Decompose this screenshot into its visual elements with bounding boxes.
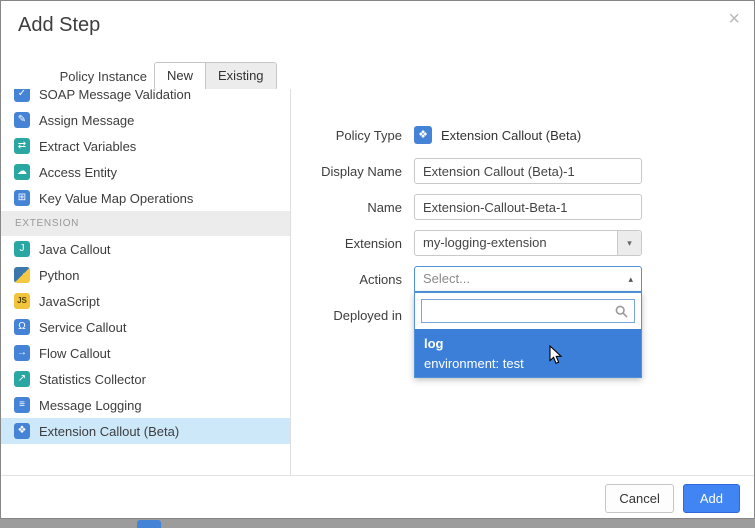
sidebar-item-javascript[interactable]: JS JavaScript bbox=[1, 288, 290, 314]
background-app-icon bbox=[137, 520, 161, 528]
sidebar-item-assign-message[interactable]: ✎ Assign Message bbox=[1, 107, 290, 133]
sidebar-item-java-callout[interactable]: J Java Callout bbox=[1, 236, 290, 262]
policy-list-items: ✓ SOAP Message Validation ✎ Assign Messa… bbox=[1, 89, 290, 444]
sidebar-item-label: Python bbox=[39, 268, 79, 283]
extension-select[interactable]: my-logging-extension ▾ bbox=[414, 230, 642, 256]
close-icon[interactable]: × bbox=[728, 9, 740, 29]
modal-footer: Cancel Add bbox=[1, 475, 754, 518]
sidebar-item-python[interactable]: Python bbox=[1, 262, 290, 288]
policy-type-row: Policy Type ❖ Extension Callout (Beta) bbox=[292, 122, 753, 148]
policy-type-text: Extension Callout (Beta) bbox=[441, 128, 581, 143]
display-name-label: Display Name bbox=[292, 164, 402, 179]
policy-instance-label: Policy Instance bbox=[1, 69, 147, 84]
key-value-map-icon: ⊞ bbox=[14, 190, 30, 206]
soap-validation-icon: ✓ bbox=[14, 89, 30, 102]
sidebar-item-access-entity[interactable]: ☁ Access Entity bbox=[1, 159, 290, 185]
page-background: Add Step × Policy Instance New Existing … bbox=[0, 0, 755, 528]
name-field[interactable] bbox=[414, 194, 642, 220]
add-button[interactable]: Add bbox=[683, 484, 740, 513]
sidebar-item-statistics-collector[interactable]: ↗ Statistics Collector bbox=[1, 366, 290, 392]
name-row: Name bbox=[292, 194, 753, 220]
sidebar-item-label: Extract Variables bbox=[39, 139, 136, 154]
javascript-icon: JS bbox=[14, 293, 30, 309]
sidebar-item-label: Message Logging bbox=[39, 398, 142, 413]
sidebar-item-label: Flow Callout bbox=[39, 346, 111, 361]
sidebar-item-label: Key Value Map Operations bbox=[39, 191, 193, 206]
new-toggle-button[interactable]: New bbox=[155, 63, 205, 89]
sidebar-item-service-callout[interactable]: Ω Service Callout bbox=[1, 314, 290, 340]
policy-type-label: Policy Type bbox=[292, 128, 402, 143]
page-title: Add Step bbox=[18, 14, 100, 37]
cancel-button[interactable]: Cancel bbox=[605, 484, 673, 513]
sidebar-item-label: Access Entity bbox=[39, 165, 117, 180]
policy-form: Policy Type ❖ Extension Callout (Beta) D… bbox=[292, 89, 753, 338]
actions-select[interactable]: Select... ▴ bbox=[414, 266, 642, 292]
extension-callout-icon: ❖ bbox=[414, 126, 432, 144]
extension-label: Extension bbox=[292, 236, 402, 251]
display-name-row: Display Name bbox=[292, 158, 753, 184]
actions-option-log[interactable]: log environment: test bbox=[415, 329, 641, 377]
policy-list[interactable]: ✓ SOAP Message Validation ✎ Assign Messa… bbox=[1, 89, 291, 477]
policy-instance-toggle: New Existing bbox=[154, 62, 277, 90]
actions-row: Actions Select... ▴ log environment: tes… bbox=[292, 266, 753, 292]
extension-row: Extension my-logging-extension ▾ bbox=[292, 230, 753, 256]
search-icon bbox=[615, 305, 628, 323]
java-callout-icon: J bbox=[14, 241, 30, 257]
sidebar-item-extension-callout-beta[interactable]: ❖ Extension Callout (Beta) bbox=[1, 418, 290, 444]
name-label: Name bbox=[292, 200, 402, 215]
sidebar-item-label: JavaScript bbox=[39, 294, 100, 309]
display-name-field[interactable] bbox=[414, 158, 642, 184]
actions-search-input[interactable] bbox=[421, 299, 635, 323]
sidebar-item-label: SOAP Message Validation bbox=[39, 89, 191, 102]
actions-select-placeholder: Select... bbox=[423, 271, 470, 286]
extension-section-header: EXTENSION bbox=[1, 211, 290, 236]
sidebar-item-extract-variables[interactable]: ⇄ Extract Variables bbox=[1, 133, 290, 159]
extract-variables-icon: ⇄ bbox=[14, 138, 30, 154]
sidebar-item-message-logging[interactable]: ≡ Message Logging bbox=[1, 392, 290, 418]
chevron-down-icon: ▾ bbox=[617, 231, 641, 255]
policy-type-value: ❖ Extension Callout (Beta) bbox=[414, 126, 581, 144]
extension-select-value: my-logging-extension bbox=[423, 235, 547, 250]
python-icon bbox=[14, 267, 30, 283]
sidebar-item-flow-callout[interactable]: → Flow Callout bbox=[1, 340, 290, 366]
sidebar-item-key-value-map-operations[interactable]: ⊞ Key Value Map Operations bbox=[1, 185, 290, 211]
deployed-in-label: Deployed in bbox=[292, 308, 402, 323]
existing-toggle-button[interactable]: Existing bbox=[205, 63, 276, 89]
statistics-collector-icon: ↗ bbox=[14, 371, 30, 387]
extension-callout-icon: ❖ bbox=[14, 423, 30, 439]
service-callout-icon: Ω bbox=[14, 319, 30, 335]
chevron-up-icon: ▴ bbox=[628, 267, 633, 291]
access-entity-icon: ☁ bbox=[14, 164, 30, 180]
actions-search-wrap bbox=[415, 293, 641, 329]
option-environment-test[interactable]: environment: test bbox=[415, 353, 641, 373]
actions-label: Actions bbox=[292, 272, 402, 287]
sidebar-item-label: Statistics Collector bbox=[39, 372, 146, 387]
sidebar-item-label: Java Callout bbox=[39, 242, 111, 257]
sidebar-item-label: Assign Message bbox=[39, 113, 134, 128]
sidebar-item-label: Service Callout bbox=[39, 320, 126, 335]
sidebar-item-soap-message-validation[interactable]: ✓ SOAP Message Validation bbox=[1, 89, 290, 107]
flow-callout-icon: → bbox=[14, 345, 30, 361]
sidebar-item-label: Extension Callout (Beta) bbox=[39, 424, 179, 439]
option-group-label[interactable]: log bbox=[415, 333, 641, 353]
assign-message-icon: ✎ bbox=[14, 112, 30, 128]
add-step-modal: Add Step × Policy Instance New Existing … bbox=[0, 0, 755, 519]
message-logging-icon: ≡ bbox=[14, 397, 30, 413]
actions-dropdown: log environment: test bbox=[414, 292, 642, 378]
